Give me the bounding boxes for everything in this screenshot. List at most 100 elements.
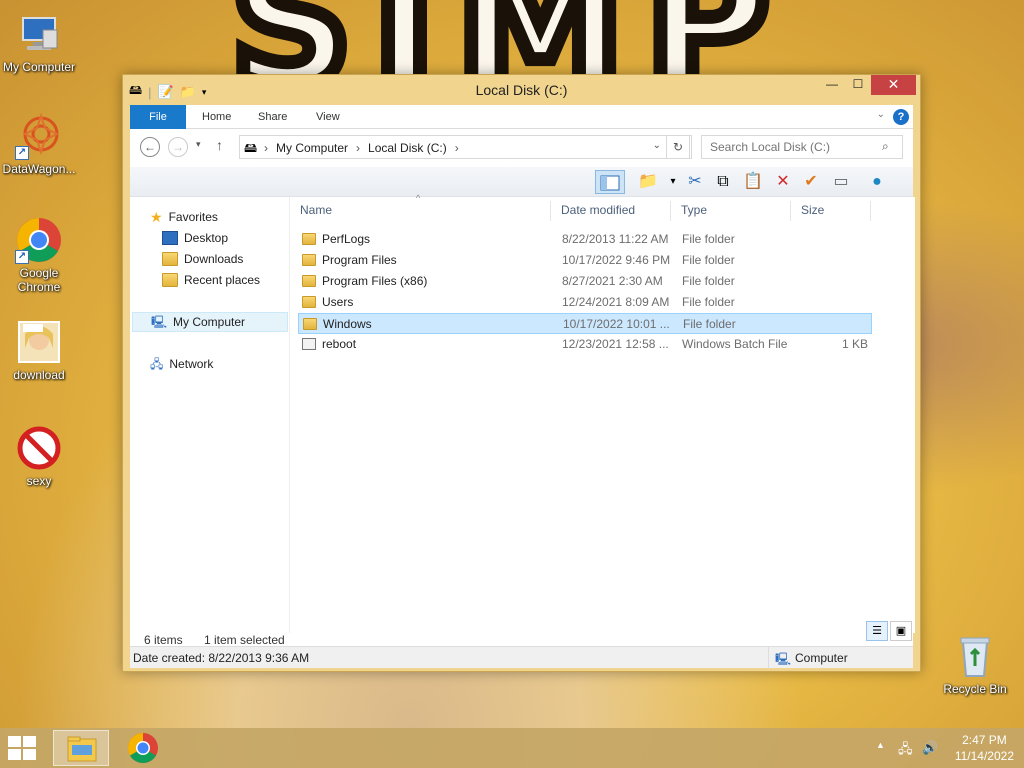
nav-downloads[interactable]: Downloads	[162, 249, 243, 269]
tab-home[interactable]: Home	[188, 105, 245, 129]
preview-pane-icon[interactable]	[595, 170, 625, 194]
rename-icon[interactable]: ▭	[828, 170, 854, 194]
file-name: Users	[322, 295, 354, 309]
column-header-size[interactable]: Size	[801, 197, 824, 223]
batch-file-icon	[302, 338, 316, 350]
address-bar[interactable]: 🖴 › My Computer › Local Disk (C:) › ⌄	[239, 135, 692, 159]
paste-icon[interactable]: 📋	[740, 170, 766, 194]
drive-icon: 🖴	[244, 140, 258, 155]
file-type: Windows Batch File	[682, 337, 788, 351]
breadcrumb-local-disk[interactable]: Local Disk (C:)	[368, 141, 447, 155]
details-view-icon[interactable]: ☰	[866, 621, 888, 641]
nav-label: Desktop	[184, 231, 229, 245]
selection-count: 1 item selected	[204, 633, 285, 647]
file-name: Windows	[323, 317, 372, 331]
address-row: ← → ▾ ↑ 🖴 › My Computer › Local Disk (C:…	[130, 129, 913, 167]
no-entry-icon	[15, 424, 63, 472]
shortcut-arrow-icon: ↗	[15, 250, 29, 264]
nav-desktop[interactable]: Desktop	[162, 228, 228, 248]
expand-ribbon-icon[interactable]: ⌄	[877, 109, 885, 120]
desktop-icon-recycle-bin[interactable]: Recycle Bin	[936, 632, 1014, 696]
maximize-button[interactable]: ☐	[845, 75, 871, 95]
file-date: 10/17/2022 9:46 PM	[562, 253, 671, 267]
clock[interactable]: 2:47 PM 11/14/2022	[955, 732, 1014, 764]
checkmark-icon[interactable]: ✔	[798, 170, 824, 194]
start-button[interactable]	[8, 736, 38, 762]
address-dropdown-icon[interactable]: ⌄	[653, 140, 661, 151]
delete-icon[interactable]: ✕	[770, 170, 796, 194]
table-row[interactable]: reboot 12/23/2021 12:58 ... Windows Batc…	[298, 334, 872, 355]
breadcrumb-my-computer[interactable]: My Computer	[276, 141, 348, 155]
column-separator[interactable]	[870, 201, 871, 221]
close-button[interactable]: ✕	[871, 75, 916, 95]
desktop-icon-sexy[interactable]: sexy	[0, 424, 78, 488]
desktop-icon-label: download	[13, 368, 65, 382]
file-type: File folder	[682, 232, 735, 246]
taskbar: ▲ 🖧 🔊 2:47 PM 11/14/2022	[0, 728, 1024, 768]
desktop-icon-my-computer[interactable]: My Computer	[0, 10, 78, 74]
table-row[interactable]: Users 12/24/2021 8:09 AM File folder	[298, 292, 872, 313]
star-icon: ★	[150, 209, 163, 225]
desktop-icon	[162, 231, 178, 245]
tab-view[interactable]: View	[302, 105, 354, 129]
nav-label: Favorites	[168, 210, 218, 224]
file-name: reboot	[322, 337, 357, 351]
show-hidden-icons-icon[interactable]: ▲	[876, 740, 885, 750]
table-row[interactable]: Program Files (x86) 8/27/2021 2:30 AM Fi…	[298, 271, 872, 292]
up-button[interactable]: ↑	[216, 137, 223, 153]
file-size: 1 KB	[841, 337, 868, 351]
desktop-icon-datawagon[interactable]: ↗ DataWagon...	[0, 112, 78, 176]
desktop-icon-chrome[interactable]: ↗ Google Chrome	[0, 216, 78, 294]
column-header-name[interactable]: Name	[300, 197, 332, 223]
table-row[interactable]: Program Files 10/17/2022 9:46 PM File fo…	[298, 250, 872, 271]
network-icon[interactable]: 🖧	[898, 740, 913, 762]
cut-icon[interactable]: ✂	[682, 170, 708, 194]
table-row-selected[interactable]: Windows 10/17/2022 10:01 ... File folder	[298, 313, 872, 334]
column-header-type[interactable]: Type	[681, 197, 707, 223]
tab-file[interactable]: File	[130, 105, 186, 129]
minimize-button[interactable]: —	[819, 75, 845, 95]
taskbar-chrome[interactable]	[115, 730, 171, 766]
column-separator[interactable]	[550, 201, 551, 221]
taskbar-file-explorer[interactable]	[53, 730, 109, 766]
file-type: File folder	[682, 253, 735, 267]
refresh-button[interactable]: ↻	[666, 135, 690, 159]
sort-ascending-icon: ^	[416, 193, 421, 203]
column-separator[interactable]	[670, 201, 671, 221]
explorer-window[interactable]: 🖴 | 📝 📁 ▾ Local Disk (C:) — ☐ ✕ File Hom…	[122, 74, 921, 672]
globe-icon[interactable]: ●	[864, 170, 890, 194]
file-list[interactable]: ^ Name Date modified Type Size PerfLogs …	[290, 193, 915, 633]
help-icon[interactable]: ?	[893, 109, 909, 125]
file-name: Program Files	[322, 253, 397, 267]
recent-places-icon	[162, 273, 178, 287]
copy-icon[interactable]: ⧉	[710, 170, 736, 194]
nav-favorites[interactable]: ★ Favorites	[150, 207, 218, 227]
nav-recent-places[interactable]: Recent places	[162, 270, 260, 290]
title-bar[interactable]: 🖴 | 📝 📁 ▾ Local Disk (C:) — ☐ ✕	[123, 75, 920, 105]
table-row[interactable]: PerfLogs 8/22/2013 11:22 AM File folder	[298, 229, 872, 250]
search-icon[interactable]: ⌕	[882, 139, 889, 154]
nav-network[interactable]: 🖧 Network	[150, 354, 213, 374]
desktop-icon-download[interactable]: download	[0, 318, 78, 382]
nav-label: Recent places	[184, 273, 261, 287]
column-separator[interactable]	[790, 201, 791, 221]
large-icons-view-icon[interactable]: ▣	[890, 621, 912, 641]
clock-date: 11/14/2022	[954, 749, 1014, 763]
file-name: PerfLogs	[322, 232, 371, 246]
recent-locations-icon[interactable]: ▾	[196, 139, 201, 150]
back-button[interactable]: ←	[140, 137, 160, 157]
properties-icon[interactable]: 📁	[635, 170, 661, 194]
computer-icon: 🖳	[775, 652, 792, 666]
search-input[interactable]	[701, 135, 903, 159]
file-type: File folder	[683, 317, 736, 331]
breadcrumb: › My Computer › Local Disk (C:) ›	[264, 141, 459, 155]
tab-share[interactable]: Share	[244, 105, 301, 129]
file-date: 12/24/2021 8:09 AM	[562, 295, 670, 309]
computer-icon	[15, 10, 63, 58]
nav-my-computer[interactable]: 🖳 My Computer	[132, 312, 288, 332]
volume-icon[interactable]: 🔊	[922, 740, 938, 756]
forward-button[interactable]: →	[168, 137, 188, 157]
clock-time: 2:47 PM	[962, 733, 1007, 747]
column-header-date[interactable]: Date modified	[561, 197, 635, 223]
divider	[768, 647, 769, 669]
